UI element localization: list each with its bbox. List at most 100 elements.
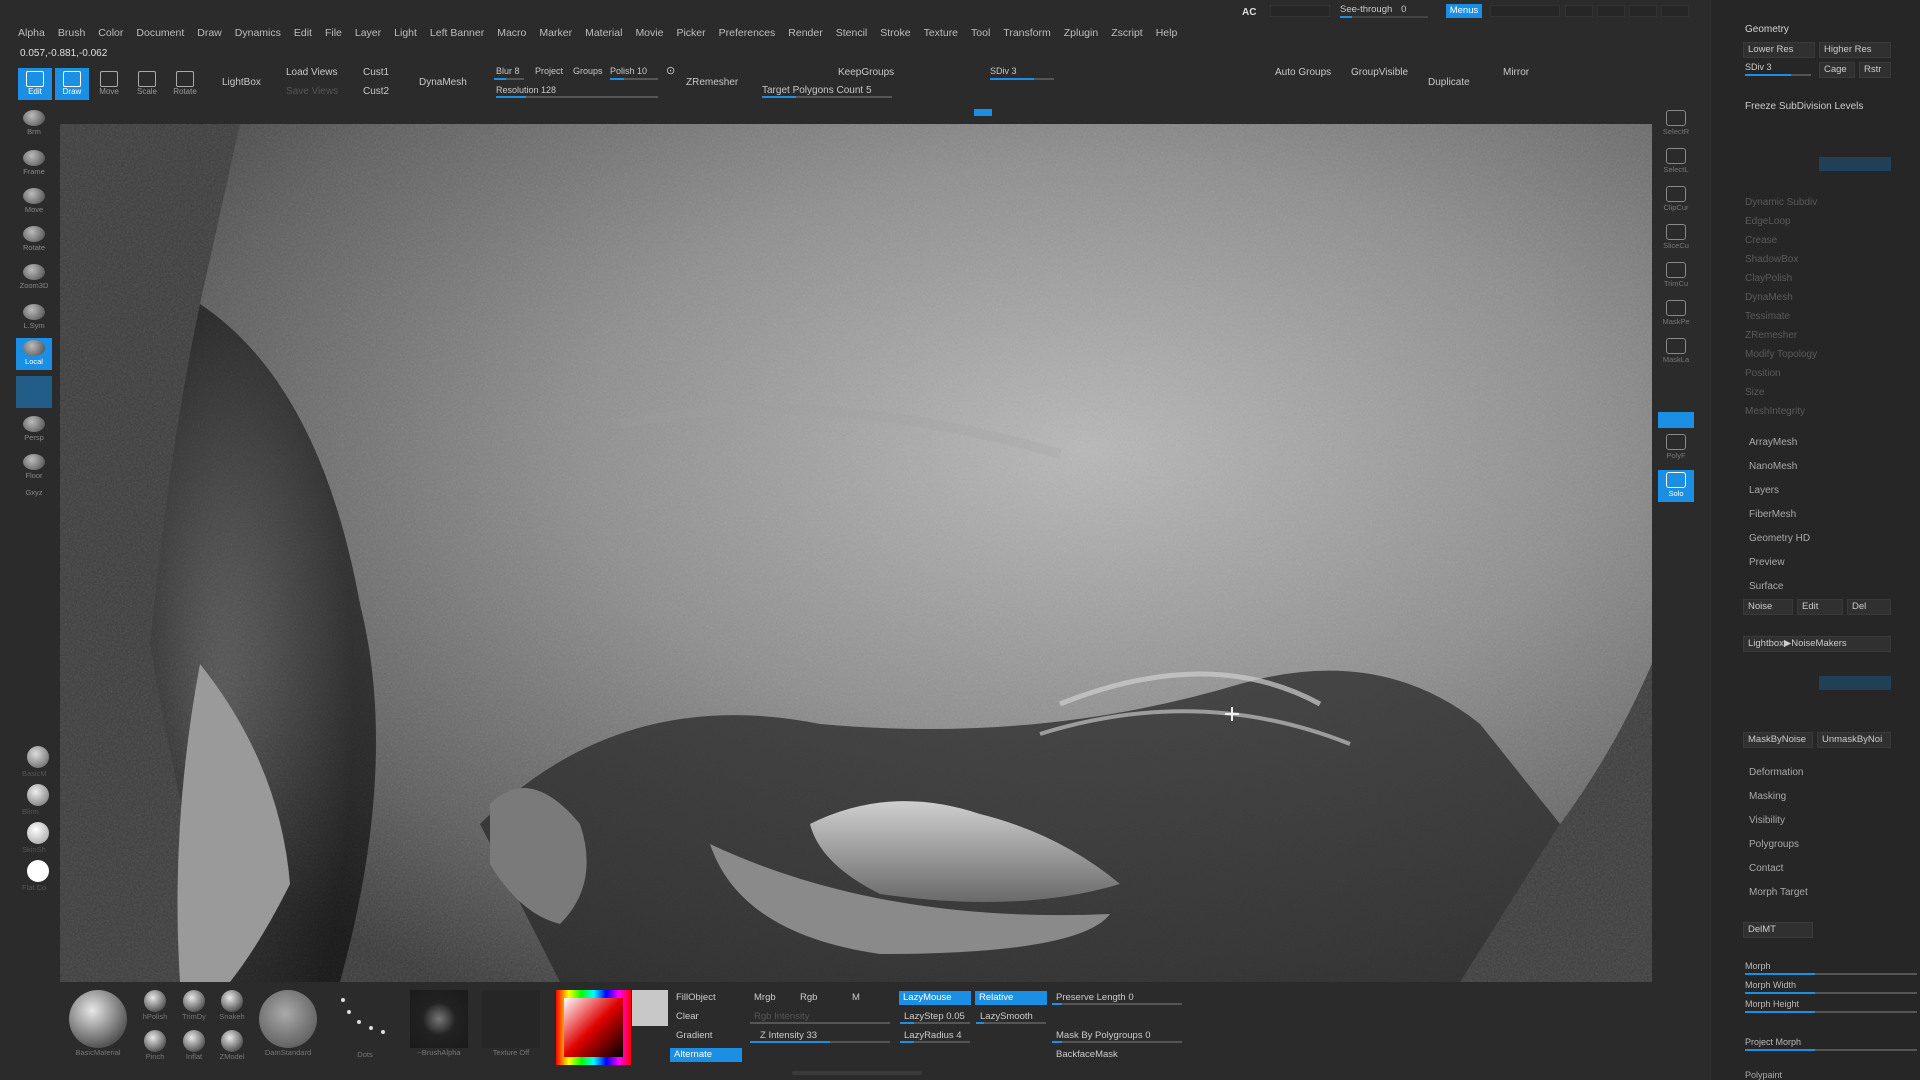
mrgb-button[interactable]: Mrgb [750, 991, 776, 1005]
duplicate-button[interactable]: Duplicate [1428, 77, 1470, 88]
edit-button[interactable]: Edit [18, 68, 52, 100]
alpha-thumbnail[interactable]: ~BrushAlpha [408, 990, 470, 1057]
top-field-1[interactable] [1270, 5, 1330, 17]
lsym-button[interactable]: L.Sym [16, 302, 52, 334]
zoom3d-button[interactable]: Zoom3D [16, 262, 52, 294]
zremesher-button[interactable]: ZRemesher [686, 77, 738, 88]
menus-toggle-button[interactable]: Menus [1446, 4, 1482, 18]
canvas-viewport[interactable] [60, 124, 1652, 982]
solo-button[interactable]: Solo [1658, 470, 1694, 502]
color-picker[interactable] [556, 990, 631, 1065]
groupvisible-button[interactable]: GroupVisible [1351, 67, 1408, 78]
move-view-button[interactable]: Move [16, 186, 52, 218]
m-button[interactable]: M [848, 991, 860, 1005]
menu-alpha[interactable]: Alpha [18, 27, 45, 39]
delmt-button[interactable]: DelMT [1743, 922, 1813, 938]
zremesher-item[interactable]: ZRemesher [1745, 330, 1797, 341]
lazymouse-button[interactable]: LazyMouse [899, 991, 971, 1005]
lazystep-track[interactable] [900, 1022, 970, 1024]
polygroups-item[interactable]: Polygroups [1749, 839, 1799, 850]
menu-render[interactable]: Render [788, 27, 822, 39]
rotate-view-button[interactable]: Rotate [16, 224, 52, 256]
gradient-button[interactable]: Gradient [672, 1029, 712, 1043]
dynamic-subdiv-item[interactable]: Dynamic Subdiv [1745, 197, 1817, 208]
menu-dynamics[interactable]: Dynamics [235, 27, 281, 39]
menu-picker[interactable]: Picker [676, 27, 705, 39]
menu-edit[interactable]: Edit [294, 27, 312, 39]
morph-width-track[interactable] [1745, 992, 1917, 994]
cust1-button[interactable]: Cust1 [363, 67, 389, 78]
claypolish-item[interactable]: ClayPolish [1745, 273, 1792, 284]
menu-stencil[interactable]: Stencil [836, 27, 868, 39]
lightbox-button[interactable]: LightBox [222, 77, 261, 88]
top-field-6[interactable] [1661, 5, 1689, 17]
morph-height-track[interactable] [1745, 1011, 1917, 1013]
size-item[interactable]: Size [1745, 387, 1764, 398]
sdiv-slider-track[interactable] [990, 78, 1054, 80]
freeze-subdivision-button[interactable]: Freeze SubDivision Levels [1745, 101, 1863, 112]
unmask-by-noise-button[interactable]: UnmaskByNoi [1817, 732, 1891, 748]
resolution-slider-track[interactable] [496, 96, 658, 98]
menu-draw[interactable]: Draw [197, 27, 222, 39]
backface-mask-button[interactable]: BackfaceMask [1052, 1048, 1118, 1062]
lazyradius-track[interactable] [900, 1041, 970, 1043]
morph-slider[interactable]: Morph [1745, 961, 1771, 971]
menu-zscript[interactable]: Zscript [1111, 27, 1143, 39]
polish-slider[interactable]: Polish 10 [610, 66, 647, 76]
brm-button[interactable]: Brm [16, 108, 52, 140]
lightbox-noisemakers-button[interactable]: Lightbox▶NoiseMakers [1743, 636, 1891, 652]
project-morph-track[interactable] [1745, 1049, 1917, 1051]
top-field-5[interactable] [1629, 5, 1657, 17]
clipcurve-button[interactable]: ClipCur [1658, 184, 1694, 216]
arraymesh-item[interactable]: ArrayMesh [1749, 437, 1797, 448]
masklasso-button[interactable]: MaskLa [1658, 336, 1694, 368]
selectlasso-button[interactable]: SelectL [1658, 146, 1694, 178]
menu-left-banner[interactable]: Left Banner [430, 27, 484, 39]
load-views-button[interactable]: Load Views [286, 67, 338, 78]
preview-item[interactable]: Preview [1749, 557, 1785, 568]
shadowbox-item[interactable]: ShadowBox [1745, 254, 1798, 265]
maskpen-button[interactable]: MaskPe [1658, 298, 1694, 330]
crease-item[interactable]: Crease [1745, 235, 1777, 246]
selectrect-button[interactable]: SelectR [1658, 108, 1694, 140]
lazysmooth-track[interactable] [976, 1022, 1046, 1024]
noise-slider[interactable] [1819, 676, 1891, 690]
visibility-item[interactable]: Visibility [1749, 815, 1785, 826]
move-button[interactable]: Move [92, 68, 126, 100]
dynamesh-item[interactable]: DynaMesh [1745, 292, 1793, 303]
floor-button[interactable]: Floor [16, 452, 52, 484]
masking-item[interactable]: Masking [1749, 791, 1786, 802]
noise-button[interactable]: Noise [1743, 599, 1793, 615]
morph-slider-track[interactable] [1745, 973, 1917, 975]
see-through-slider[interactable]: See-through 0 [1340, 4, 1428, 18]
gxyz-button[interactable]: Gxyz [16, 488, 52, 520]
trimcurve-button[interactable]: TrimCu [1658, 260, 1694, 292]
frame-button[interactable]: Frame [16, 148, 52, 180]
surface-item[interactable]: Surface [1749, 581, 1783, 592]
scale-button[interactable]: Scale [130, 68, 164, 100]
menu-preferences[interactable]: Preferences [719, 27, 776, 39]
mirror-button[interactable]: Mirror [1503, 67, 1529, 78]
viewport-tab-indicator[interactable] [974, 109, 992, 116]
brush-zmodeler[interactable]: ZModel [216, 1030, 248, 1061]
brush-pinch[interactable]: Pinch [140, 1030, 170, 1061]
sdiv-level-track[interactable] [1745, 74, 1811, 76]
cage-button[interactable]: Cage [1819, 62, 1855, 78]
menu-movie[interactable]: Movie [635, 27, 663, 39]
top-field-3[interactable] [1565, 5, 1593, 17]
contact-item[interactable]: Contact [1749, 863, 1783, 874]
menu-help[interactable]: Help [1156, 27, 1178, 39]
cust2-button[interactable]: Cust2 [363, 86, 389, 97]
noise-del-button[interactable]: Del [1847, 599, 1891, 615]
layers-item[interactable]: Layers [1749, 485, 1779, 496]
preserve-length-track[interactable] [1052, 1003, 1182, 1005]
menu-material[interactable]: Material [585, 27, 622, 39]
brush-inflate[interactable]: Inflat [178, 1030, 210, 1061]
inactive-slider[interactable] [1819, 157, 1891, 171]
keepgroups-button[interactable]: KeepGroups [838, 67, 894, 78]
menu-macro[interactable]: Macro [497, 27, 526, 39]
menu-color[interactable]: Color [98, 27, 123, 39]
top-field-2[interactable] [1490, 5, 1560, 17]
deformation-item[interactable]: Deformation [1749, 767, 1803, 778]
morph-target-item[interactable]: Morph Target [1749, 887, 1808, 898]
